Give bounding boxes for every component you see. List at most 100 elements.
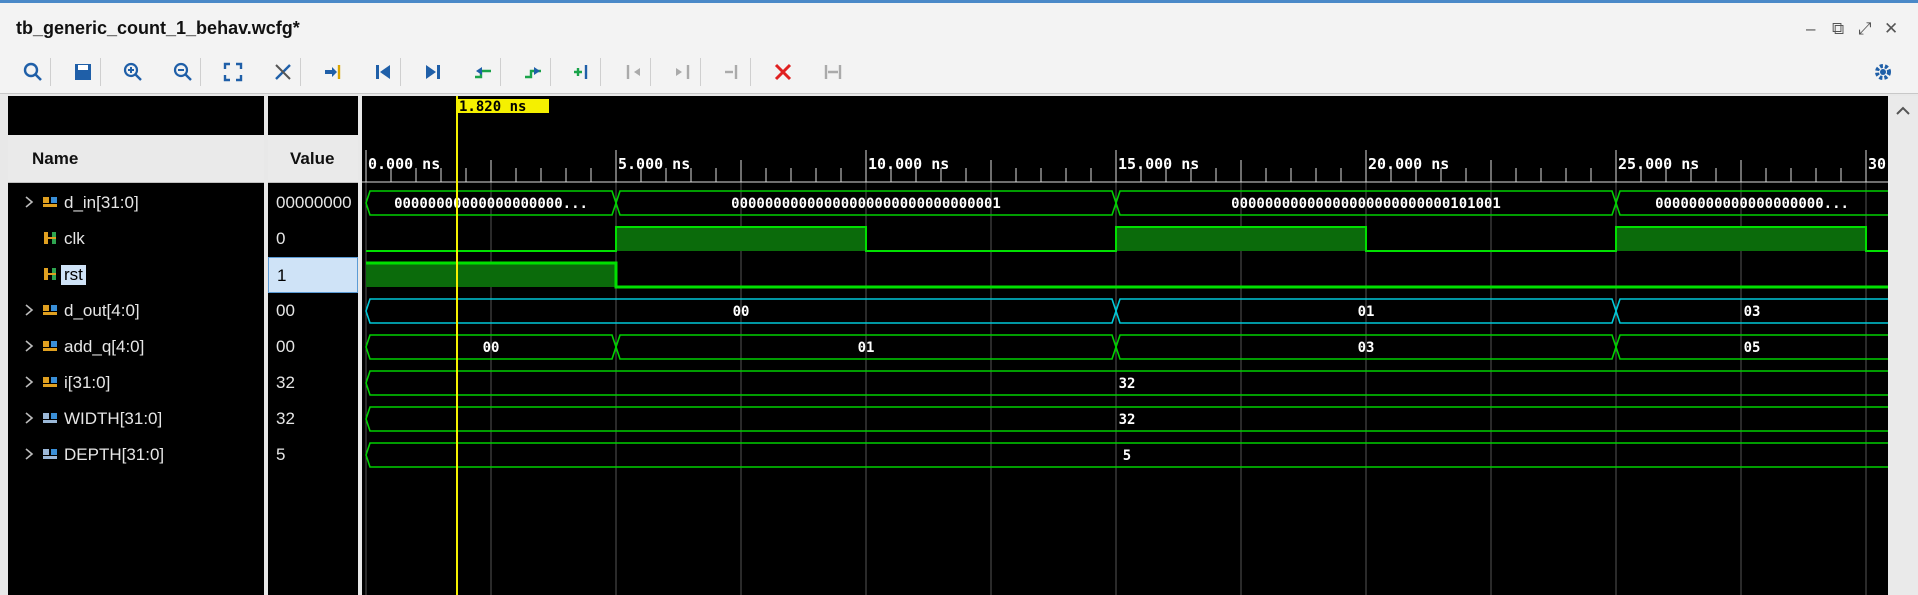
add-marker-icon[interactable] (568, 58, 598, 86)
toolbar-separator (700, 58, 701, 86)
signal-value-cell[interactable]: 0 (268, 221, 358, 257)
toolbar (0, 50, 1918, 94)
signal-row[interactable]: d_out[4:0] (8, 293, 264, 329)
bit-icon (42, 230, 58, 246)
cursor-time-label: 1.820 ns (459, 99, 526, 115)
chevron-right-icon[interactable] (22, 193, 36, 211)
goto-last-time-icon[interactable] (418, 58, 448, 86)
bit-icon (42, 266, 58, 282)
signal-value-cell[interactable]: 32 (268, 401, 358, 437)
signal-value-cell[interactable]: 00 (268, 329, 358, 365)
fit-markers-icon[interactable] (818, 58, 848, 86)
bus-icon (42, 302, 58, 318)
search-icon[interactable] (18, 58, 48, 86)
goto-time-zero-icon[interactable] (368, 58, 398, 86)
window-titlebar: tb_generic_count_1_behav.wcfg* – ⧉ ⤢ ✕ (0, 0, 1918, 50)
bus-value-label: 03 (1744, 304, 1761, 320)
signal-row[interactable]: d_in[31:0] (8, 185, 264, 221)
chevron-right-icon[interactable] (22, 445, 36, 463)
gear-icon[interactable] (1868, 58, 1898, 86)
high-level-fill (366, 263, 616, 287)
zoom-fit-icon[interactable] (218, 58, 248, 86)
signal-value: 32 (276, 409, 295, 428)
bus-value-label: 00000000000000000000... (394, 196, 588, 212)
time-label: 0.000 ns (368, 155, 440, 173)
signal-value-cell[interactable]: 00 (268, 293, 358, 329)
signal-value: 00 (276, 301, 295, 320)
save-icon[interactable] (68, 58, 98, 86)
swap-cursors-icon[interactable] (718, 58, 748, 86)
value-column-header[interactable]: Value (268, 135, 358, 183)
bus-value-label: 00 (733, 304, 750, 320)
bus-value-label: 00000000000000000000... (1655, 196, 1849, 212)
toolbar-separator (400, 58, 401, 86)
bus-value-label: 32 (1119, 376, 1136, 392)
signal-value-cell[interactable]: 1 (268, 257, 358, 293)
toolbar-separator (100, 58, 101, 86)
signal-name: d_in[31:0] (64, 193, 139, 212)
value-header-label: Value (290, 149, 335, 168)
signal-row[interactable]: i[31:0] (8, 365, 264, 401)
cursor-snap-icon[interactable] (268, 58, 298, 86)
signal-row[interactable]: WIDTH[31:0] (8, 401, 264, 437)
signal-value-cell[interactable]: 00000000 (268, 185, 358, 221)
bus-value-label: 32 (1119, 412, 1136, 428)
signal-name: clk (64, 229, 85, 248)
chevron-right-icon[interactable] (22, 373, 36, 391)
window-title: tb_generic_count_1_behav.wcfg* (16, 18, 300, 38)
zoom-out-icon[interactable] (168, 58, 198, 86)
signal-value: 00 (276, 337, 295, 356)
bus-value-label: 00000000000000000000000000000001 (731, 196, 1001, 212)
signal-name: d_out[4:0] (64, 301, 140, 320)
toolbar-separator (200, 58, 201, 86)
time-label: 20.000 ns (1368, 155, 1449, 173)
param-icon (42, 410, 58, 426)
signal-value: 0 (276, 229, 286, 248)
time-label: 30 (1868, 155, 1886, 173)
bus-icon (42, 374, 58, 390)
bus-icon (42, 194, 58, 210)
toolbar-separator (50, 58, 51, 86)
signal-row[interactable]: DEPTH[31:0] (8, 437, 264, 473)
vertical-scrollbar[interactable] (1888, 96, 1918, 595)
chevron-right-icon[interactable] (22, 409, 36, 427)
bus-value-label: 01 (1358, 304, 1375, 320)
toolbar-separator (550, 58, 551, 86)
next-marker-icon[interactable] (668, 58, 698, 86)
next-transition-icon[interactable] (518, 58, 548, 86)
signal-row[interactable]: add_q[4:0] (8, 329, 264, 365)
delete-marker-icon[interactable] (768, 58, 798, 86)
time-label: 25.000 ns (1618, 155, 1699, 173)
close-button[interactable]: ✕ (1884, 19, 1898, 39)
name-header-label: Name (32, 149, 79, 168)
signal-value: 00000000 (276, 193, 352, 212)
restore-button[interactable]: ⧉ (1832, 19, 1844, 39)
signal-name: add_q[4:0] (64, 337, 145, 356)
bus-value-label: 5 (1123, 448, 1131, 464)
prev-marker-icon[interactable] (618, 58, 648, 86)
signal-row[interactable]: rst (8, 257, 264, 293)
high-level-fill (1116, 227, 1366, 251)
signal-name: DEPTH[31:0] (64, 445, 165, 464)
time-label: 10.000 ns (868, 155, 949, 173)
bus-value-label: 03 (1358, 340, 1375, 356)
scroll-up-icon[interactable] (1888, 100, 1918, 120)
param-icon (42, 446, 58, 462)
waveform-canvas[interactable]: 0.000 ns 5.000 ns 10.000 ns 15.000 ns 20.000… (362, 96, 1888, 595)
time-label: 15.000 ns (1118, 155, 1199, 173)
chevron-right-icon[interactable] (22, 337, 36, 355)
signal-name: rst (61, 265, 86, 285)
minimize-button[interactable]: – (1806, 19, 1815, 39)
toolbar-separator (500, 58, 501, 86)
signal-row[interactable]: clk (8, 221, 264, 257)
signal-value-cell[interactable]: 32 (268, 365, 358, 401)
chevron-right-icon[interactable] (22, 301, 36, 319)
maximize-button[interactable]: ⤢ (1858, 19, 1872, 39)
goto-cursor-icon[interactable] (318, 58, 348, 86)
signal-name: i[31:0] (64, 373, 111, 392)
zoom-in-icon[interactable] (118, 58, 148, 86)
name-column-header[interactable]: Name (8, 135, 264, 183)
signal-value: 32 (276, 373, 295, 392)
signal-value-cell[interactable]: 5 (268, 437, 358, 473)
prev-transition-icon[interactable] (468, 58, 498, 86)
